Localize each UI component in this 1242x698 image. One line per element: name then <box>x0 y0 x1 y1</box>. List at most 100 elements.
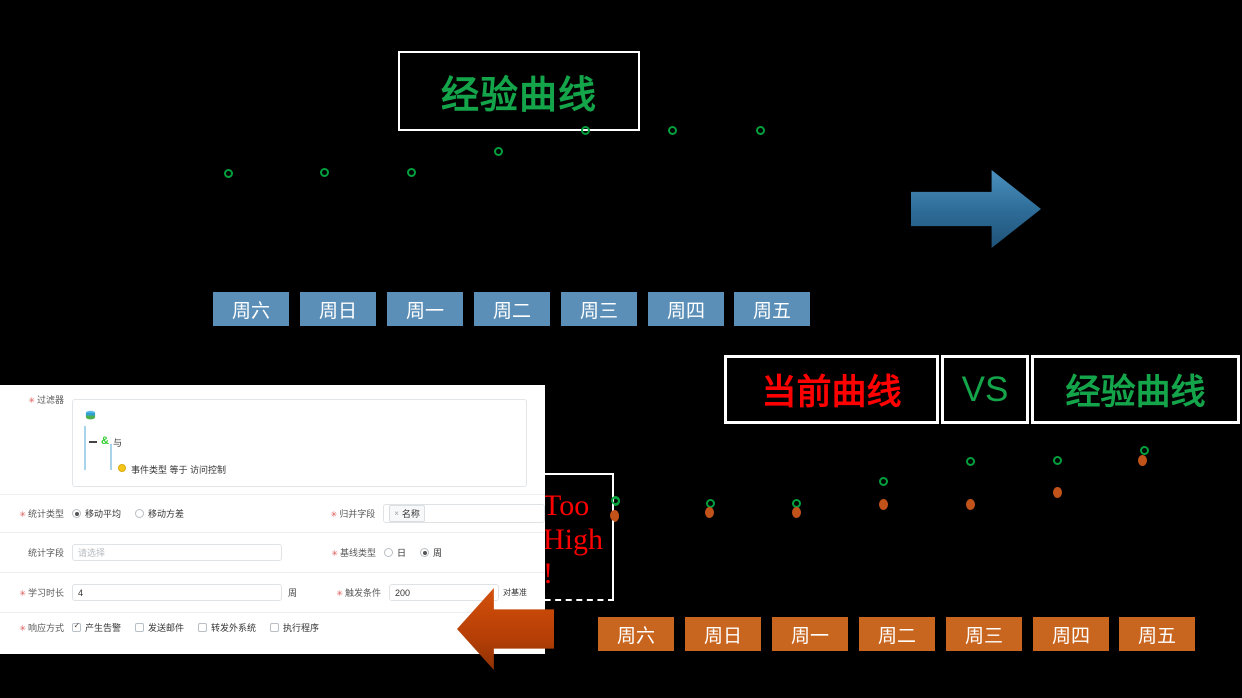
scatter-point-green <box>224 169 233 178</box>
scatter-point-orange <box>705 507 714 518</box>
top-chart-region: 经验曲线 周六 周日 周一 周二 周三 周四 周五 <box>0 0 1242 340</box>
filter-condition-label[interactable]: 事件类型 等于 访问控制 <box>131 463 226 476</box>
form-row-filter: ✳ 过滤器 & 与 事件类型 等于 访问控制 <box>0 385 545 495</box>
merge-field-label-wrap: ✳ 归并字段 <box>297 507 383 520</box>
form-row-stat-type: ✳ 统计类型 移动平均 移动方差 ✳ 归并字段 × 名称 <box>0 495 545 533</box>
baseline-type-radio-group[interactable]: 日 周 <box>384 546 456 559</box>
learn-duration-label: 学习时长 <box>27 588 64 598</box>
response-mode-option-label: 转发外系统 <box>211 622 257 633</box>
filter-label-wrap: ✳ 过滤器 <box>0 393 72 406</box>
database-icon <box>85 410 96 420</box>
scatter-point-orange <box>1138 455 1147 466</box>
remove-tag-icon[interactable]: × <box>394 509 399 518</box>
merge-field-label: 归并字段 <box>339 509 376 519</box>
week-chip: 周一 <box>772 617 848 651</box>
baseline-rule-form-panel[interactable]: ✳ 过滤器 & 与 事件类型 等于 访问控制 ✳ 统计类型 移动平均 移动方差 … <box>0 385 545 654</box>
merge-field-tag[interactable]: × 名称 <box>389 505 425 522</box>
filter-label: 过滤器 <box>36 395 64 405</box>
week-chip: 周四 <box>648 292 724 326</box>
stat-field-label: 统计字段 <box>27 548 64 558</box>
baseline-type-option-day[interactable]: 日 <box>384 546 406 559</box>
stat-type-option-moving-variance[interactable]: 移动方差 <box>135 507 184 520</box>
experience-curve-title-box: 经验曲线 <box>398 51 640 131</box>
tree-connector <box>110 444 112 470</box>
radio-icon-selected[interactable] <box>420 548 430 557</box>
bottom-chart-region: 周六 周日 周一 周二 周三 周四 周五 <box>560 430 1242 660</box>
response-mode-option-alarm[interactable]: 产生告警 <box>72 621 121 634</box>
week-chip: 周日 <box>300 292 376 326</box>
week-chip: 周五 <box>734 292 810 326</box>
scatter-point-green <box>668 126 677 135</box>
radio-icon[interactable] <box>384 548 393 557</box>
week-chip: 周二 <box>859 617 935 651</box>
too-high-callout: Too High ! <box>534 473 614 601</box>
week-chip: 周五 <box>1119 617 1195 651</box>
vs-label: VS <box>961 369 1009 409</box>
experience-curve-label: 经验曲线 <box>1065 373 1206 412</box>
baseline-type-option-label: 周 <box>433 548 443 558</box>
tree-connector <box>84 426 86 470</box>
response-mode-label: 响应方式 <box>27 622 64 633</box>
required-asterisk-icon: ✳ <box>28 396 35 405</box>
scatter-point-green <box>581 126 590 135</box>
stat-field-label-wrap: 统计字段 <box>0 546 72 559</box>
scatter-point-green-callout <box>611 496 620 505</box>
response-mode-option-label: 产生告警 <box>85 622 122 633</box>
form-row-stat-field: 统计字段 请选择 ✳ 基线类型 日 周 <box>0 533 545 573</box>
experience-curve-box: 经验曲线 <box>1031 355 1240 424</box>
required-asterisk-icon: ✳ <box>19 510 26 519</box>
week-chip: 周六 <box>598 617 674 651</box>
stat-type-label: 统计类型 <box>27 509 64 519</box>
current-curve-box: 当前曲线 <box>724 355 939 424</box>
baseline-type-option-week[interactable]: 周 <box>420 546 442 559</box>
stat-field-input[interactable]: 请选择 <box>72 544 282 561</box>
scatter-point-green <box>320 168 329 177</box>
radio-icon-selected[interactable] <box>72 509 81 518</box>
required-asterisk-icon: ✳ <box>336 589 343 598</box>
checkbox-icon[interactable] <box>135 622 145 632</box>
response-mode-option-email[interactable]: 发送邮件 <box>135 621 184 634</box>
stat-type-option-moving-average[interactable]: 移动平均 <box>72 507 121 520</box>
collapse-toggle-icon[interactable] <box>89 441 97 443</box>
learn-duration-label-wrap: ✳ 学习时长 <box>0 586 72 599</box>
checkbox-icon-checked[interactable] <box>72 621 81 632</box>
checkbox-icon[interactable] <box>270 622 280 632</box>
filter-and-node-label[interactable]: 与 <box>113 436 122 449</box>
trigger-condition-label: 触发条件 <box>345 588 382 598</box>
stat-type-radio-group[interactable]: 移动平均 移动方差 <box>72 507 297 520</box>
merge-field-input[interactable]: × 名称 <box>383 504 545 523</box>
filter-tree-area[interactable]: & 与 事件类型 等于 访问控制 <box>72 399 527 487</box>
learn-duration-input[interactable]: 4 <box>72 584 282 601</box>
blue-right-arrow-icon <box>911 170 1041 248</box>
week-chip: 周一 <box>387 292 463 326</box>
yellow-dot-icon <box>118 464 126 472</box>
trigger-condition-input[interactable]: 200 <box>389 584 500 601</box>
required-asterisk-icon: ✳ <box>19 589 26 598</box>
stat-type-option-label: 移动平均 <box>85 509 122 519</box>
form-row-learn-duration: ✳ 学习时长 4 周 ✳ 触发条件 200 对基准 <box>0 573 545 613</box>
scatter-point-green <box>1140 446 1149 455</box>
ampersand-icon: & <box>101 435 109 447</box>
response-mode-option-label: 执行程序 <box>283 622 320 633</box>
stat-type-option-label: 移动方差 <box>148 509 185 519</box>
trigger-condition-label-wrap: ✳ 触发条件 <box>303 586 389 599</box>
scatter-point-green <box>879 477 888 486</box>
trigger-condition-suffix: 对基准 <box>503 588 528 597</box>
baseline-type-label: 基线类型 <box>339 548 376 558</box>
scatter-point-green <box>756 126 765 135</box>
week-chip: 周六 <box>213 292 289 326</box>
response-mode-option-forward[interactable]: 转发外系统 <box>198 621 256 634</box>
learn-duration-unit: 周 <box>288 588 298 598</box>
too-high-text: Too High ! <box>543 489 612 591</box>
radio-icon[interactable] <box>135 509 145 518</box>
scatter-point-orange-callout <box>610 510 619 521</box>
checkbox-icon[interactable] <box>198 622 208 632</box>
current-curve-label: 当前曲线 <box>761 373 902 412</box>
vs-box: VS <box>941 355 1029 424</box>
scatter-point-orange <box>792 507 801 518</box>
page-title: 经验曲线 <box>440 74 597 117</box>
scatter-point-orange <box>1053 487 1062 498</box>
scatter-point-orange <box>966 499 975 510</box>
merge-field-tag-label: 名称 <box>401 509 420 519</box>
response-mode-option-exec[interactable]: 执行程序 <box>270 621 319 634</box>
